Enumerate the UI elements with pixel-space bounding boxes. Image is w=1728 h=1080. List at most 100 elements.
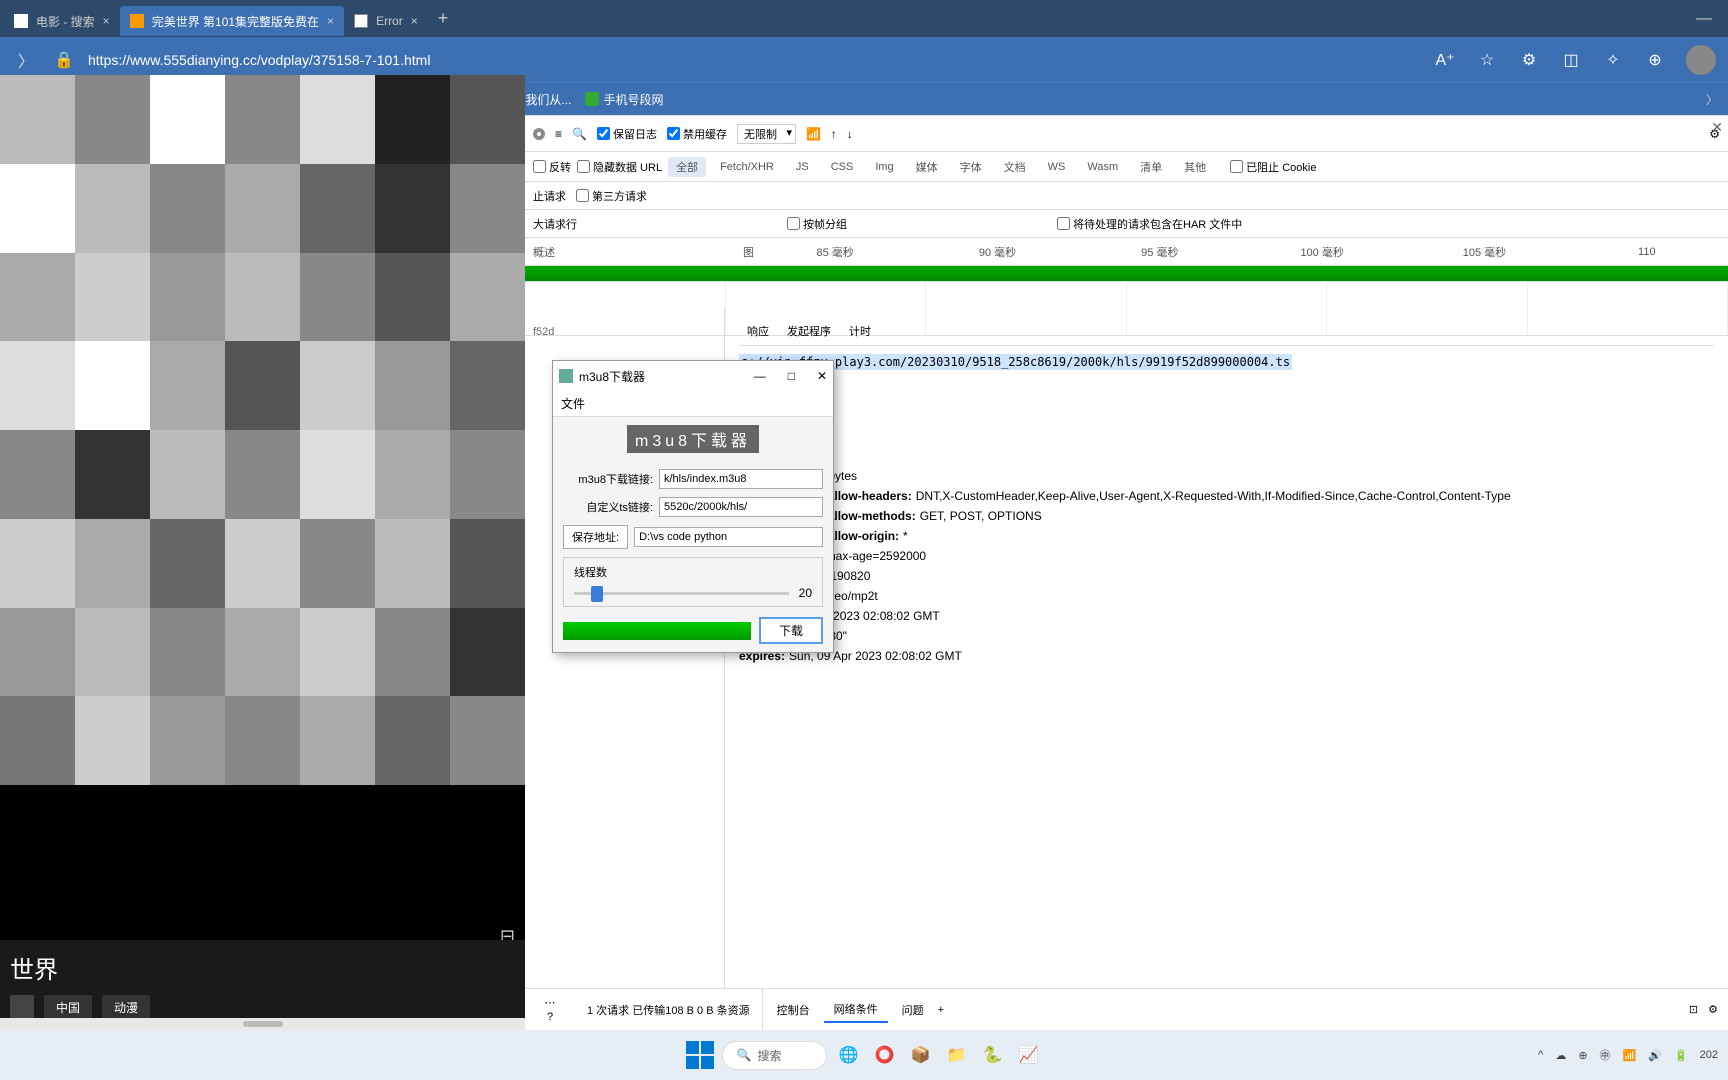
timeline-overview-bar[interactable] xyxy=(525,266,1728,282)
throttle-select[interactable]: 无限制 xyxy=(737,124,796,144)
filter-item[interactable]: Fetch/XHR xyxy=(712,159,782,175)
winrar-icon[interactable]: 📦 xyxy=(907,1041,935,1069)
collections-icon[interactable]: ⊕ xyxy=(1644,49,1666,71)
horizontal-scrollbar[interactable] xyxy=(0,1018,525,1030)
console-tab[interactable]: 控制台 xyxy=(767,998,820,1022)
preserve-log-checkbox[interactable]: 保留日志 xyxy=(597,126,657,142)
download-button[interactable]: 下载 xyxy=(759,617,823,644)
dialog-menu-file[interactable]: 文件 xyxy=(553,391,833,417)
split-icon[interactable]: ◫ xyxy=(1560,49,1582,71)
bookmark-overflow-icon[interactable]: 〉 xyxy=(1706,91,1718,108)
filter-item[interactable]: Img xyxy=(867,159,901,175)
network-conditions-tab[interactable]: 网络条件 xyxy=(824,997,888,1023)
clock[interactable]: 202 xyxy=(1700,1049,1718,1061)
close-icon[interactable]: × xyxy=(327,14,334,28)
filter-item[interactable]: JS xyxy=(788,159,817,175)
battery-icon[interactable]: 🔋 xyxy=(1674,1049,1688,1062)
tray-chevron-icon[interactable]: ^ xyxy=(1538,1049,1543,1061)
maximize-icon[interactable]: □ xyxy=(788,369,795,383)
video-tag[interactable] xyxy=(10,995,34,1020)
tab-2[interactable]: 完美世界 第101集完整版免费在 × xyxy=(120,6,344,36)
upload-icon[interactable]: ↑ xyxy=(831,127,837,141)
bookmark-item[interactable]: 手机号段网 xyxy=(585,91,663,108)
filter-item[interactable]: 媒体 xyxy=(908,157,946,177)
close-icon[interactable]: × xyxy=(411,14,418,28)
response-headers-toggle[interactable]: ▼响应头 xyxy=(739,446,1714,463)
new-tab-button[interactable]: + xyxy=(428,8,459,29)
wifi-icon[interactable]: 📶 xyxy=(806,127,821,141)
filter-item[interactable]: 清单 xyxy=(1132,157,1170,177)
detail-tab[interactable]: 响应 xyxy=(747,323,769,339)
video-mosaic xyxy=(0,75,525,785)
save-path-button[interactable]: 保存地址: xyxy=(563,525,628,549)
taskbar-search[interactable]: 🔍 搜索 xyxy=(722,1041,827,1070)
video-info-panel: 世界 中国 动漫 xyxy=(0,940,525,1030)
big-request-label[interactable]: 大请求行 xyxy=(533,216,577,232)
download-icon[interactable]: ↓ xyxy=(847,127,853,141)
save-path-input[interactable] xyxy=(634,527,823,547)
close-icon[interactable]: ✕ xyxy=(817,369,827,383)
tab-3[interactable]: Error × xyxy=(344,6,428,36)
filter-item[interactable]: 文档 xyxy=(996,157,1034,177)
general-addr: 26.188.156:443 xyxy=(739,406,1714,420)
disable-cache-checkbox[interactable]: 禁用缓存 xyxy=(667,126,727,142)
minimize-icon[interactable]: — xyxy=(754,369,766,383)
har-checkbox[interactable]: 将待处理的请求包含在HAR 文件中 xyxy=(1057,216,1242,232)
video-tag[interactable]: 动漫 xyxy=(102,995,150,1020)
devtools-close-icon[interactable]: ✕ xyxy=(1711,119,1723,136)
overview-tab[interactable]: 概述 xyxy=(533,244,555,260)
volume-icon[interactable]: 🔊 xyxy=(1648,1049,1662,1062)
tab-title: 完美世界 第101集完整版免费在 xyxy=(152,13,319,30)
start-button[interactable] xyxy=(686,1041,714,1069)
extensions-icon[interactable]: ⚙ xyxy=(1518,49,1540,71)
favorites-bar-icon[interactable]: ✧ xyxy=(1602,49,1624,71)
favorite-icon[interactable]: ☆ xyxy=(1476,49,1498,71)
lock-icon[interactable]: 🔒 xyxy=(50,46,78,74)
record-icon[interactable] xyxy=(533,128,545,140)
blocked-cookie-checkbox[interactable]: 已阻止 Cookie xyxy=(1230,159,1316,175)
detail-tab[interactable]: 计时 xyxy=(849,323,871,339)
m3u8-url-input[interactable] xyxy=(659,469,823,489)
dialog-titlebar[interactable]: m3u8下载器 — □ ✕ xyxy=(553,361,833,391)
dock-icon[interactable]: ⊡ xyxy=(1689,1003,1698,1016)
add-tab-icon[interactable]: + xyxy=(938,1004,944,1016)
third-party-checkbox[interactable]: 第三方请求 xyxy=(576,188,647,204)
devtools-settings-icon[interactable]: ⚙ xyxy=(1708,1003,1718,1016)
python-icon[interactable]: 🐍 xyxy=(979,1041,1007,1069)
windows-taskbar: 🔍 搜索 🌐 ⭕ 📦 📁 🐍 📈 ^ ☁ ⊕ ㊥ 📶 🔊 🔋 202 xyxy=(0,1030,1728,1080)
filter-item[interactable]: Wasm xyxy=(1079,159,1126,175)
edge-icon[interactable]: 🌐 xyxy=(835,1041,863,1069)
tray-icon[interactable]: ⊕ xyxy=(1578,1049,1587,1062)
profile-avatar[interactable] xyxy=(1686,45,1716,75)
filter-item[interactable]: WS xyxy=(1040,159,1074,175)
timeline-tick: 105 毫秒 xyxy=(1403,244,1565,260)
app-icon[interactable]: ⭕ xyxy=(871,1041,899,1069)
detail-tab[interactable]: 发起程序 xyxy=(787,323,831,339)
video-tag[interactable]: 中国 xyxy=(44,995,92,1020)
wifi-icon[interactable]: 📶 xyxy=(1623,1049,1637,1062)
tab-1[interactable]: 电影 - 搜索 × xyxy=(4,6,120,36)
search-icon[interactable]: 🔍 xyxy=(572,127,587,141)
forward-button[interactable]: 〉 xyxy=(12,46,40,74)
explorer-icon[interactable]: 📁 xyxy=(943,1041,971,1069)
filter-item[interactable]: CSS xyxy=(823,159,862,175)
by-frame-checkbox[interactable]: 按帧分组 xyxy=(787,216,847,232)
more-icon[interactable]: ⋯ xyxy=(545,996,556,1009)
filter-item[interactable]: 其他 xyxy=(1176,157,1214,177)
invert-checkbox[interactable]: 反转 xyxy=(533,159,571,175)
filter-item[interactable]: 字体 xyxy=(952,157,990,177)
close-icon[interactable]: × xyxy=(103,14,110,28)
issues-tab[interactable]: 问题 xyxy=(892,998,934,1022)
ime-icon[interactable]: ㊥ xyxy=(1600,1047,1611,1063)
chart-icon[interactable]: 📈 xyxy=(1015,1041,1043,1069)
help-icon[interactable]: ? xyxy=(547,1011,553,1023)
threads-slider[interactable] xyxy=(574,592,789,595)
tray-icon[interactable]: ☁ xyxy=(1555,1049,1566,1062)
filter-icon[interactable]: ≡ xyxy=(555,127,562,141)
ts-url-input[interactable] xyxy=(659,497,823,517)
minimize-icon[interactable]: — xyxy=(1696,10,1712,28)
url-field[interactable]: https://www.555dianying.cc/vodplay/37515… xyxy=(88,52,430,68)
read-aloud-icon[interactable]: A⁺ xyxy=(1434,49,1456,71)
hide-data-url-checkbox[interactable]: 隐藏数据 URL xyxy=(577,159,662,175)
filter-all[interactable]: 全部 xyxy=(668,157,706,177)
